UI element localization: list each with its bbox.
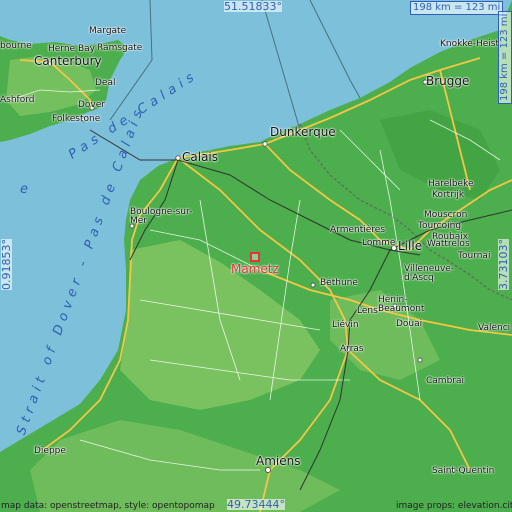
place-armentieres: Armentières <box>330 225 386 235</box>
place-folkestone: Folkestone <box>52 114 101 124</box>
coord-top: 51.51833° <box>224 0 282 13</box>
coord-bottom: 49.73444° <box>227 498 285 511</box>
scale-horizontal: 198 km = 123 mi <box>410 1 504 15</box>
coord-right: 3.73103° <box>497 239 510 290</box>
attribution-right: image props: elevation.city <box>396 501 512 511</box>
place-canterbury: Canterbury <box>34 54 102 68</box>
place-knokke-heist: Knokke-Heist <box>440 39 500 49</box>
scale-vertical: 198 km = 123 mi <box>498 10 512 104</box>
place-ashford: Ashford <box>0 95 35 105</box>
highlight-place-label[interactable]: Mametz <box>231 263 279 275</box>
place-boulogne: Boulogne-sur- Mer <box>130 207 193 226</box>
place-lievin: Liévin <box>332 320 359 330</box>
place-cambrai: Cambrai <box>426 376 464 386</box>
place-lens: Lens <box>357 306 378 316</box>
place-henin-beaumont: Hénin- Beaumont <box>378 295 425 314</box>
place-wattrelos: Wattrelos <box>427 239 470 249</box>
place-ramsgate: Ramsgate <box>97 43 143 53</box>
place-dieppe: Dieppe <box>34 446 66 456</box>
place-herne-bay: Herne Bay <box>48 44 95 54</box>
place-tournai: Tournai <box>458 251 491 261</box>
place-bourne: bourne <box>0 41 32 51</box>
place-lille: Lille <box>398 239 423 253</box>
place-mouscron: Mouscron <box>424 210 468 220</box>
place-deal: Deal <box>95 78 116 88</box>
sea-label-e: e <box>20 182 33 197</box>
place-lomme: Lomme <box>362 238 396 248</box>
place-kortrijk: Kortrijk <box>432 190 465 200</box>
place-dover: Dover <box>78 100 105 110</box>
place-margate: Margate <box>89 26 127 36</box>
place-dunkerque: Dunkerque <box>270 125 336 139</box>
place-calais: Calais <box>182 150 219 164</box>
place-bethune: Béthune <box>320 278 358 288</box>
place-saint-quentin: Saint-Quentin <box>432 466 495 476</box>
place-harelbeke: Harelbeke <box>428 179 474 189</box>
place-douai: Douai <box>396 319 423 329</box>
attribution-left: map data: openstreetmap, style: opentopo… <box>1 501 215 511</box>
map-canvas[interactable]: Mametz Pas de Calais Strait of Dover - P… <box>0 0 512 512</box>
coord-left: 0.91853° <box>0 239 13 290</box>
place-tourcoing: Tourcoing <box>418 221 462 231</box>
location-marker[interactable] <box>250 252 260 262</box>
place-amiens: Amiens <box>256 454 301 468</box>
place-brugge: Brugge <box>426 74 470 88</box>
place-valenciennes: Valenci <box>478 323 511 333</box>
place-arras: Arras <box>340 344 364 354</box>
place-villeneuve: Villeneuve- d'Ascq <box>404 264 455 283</box>
